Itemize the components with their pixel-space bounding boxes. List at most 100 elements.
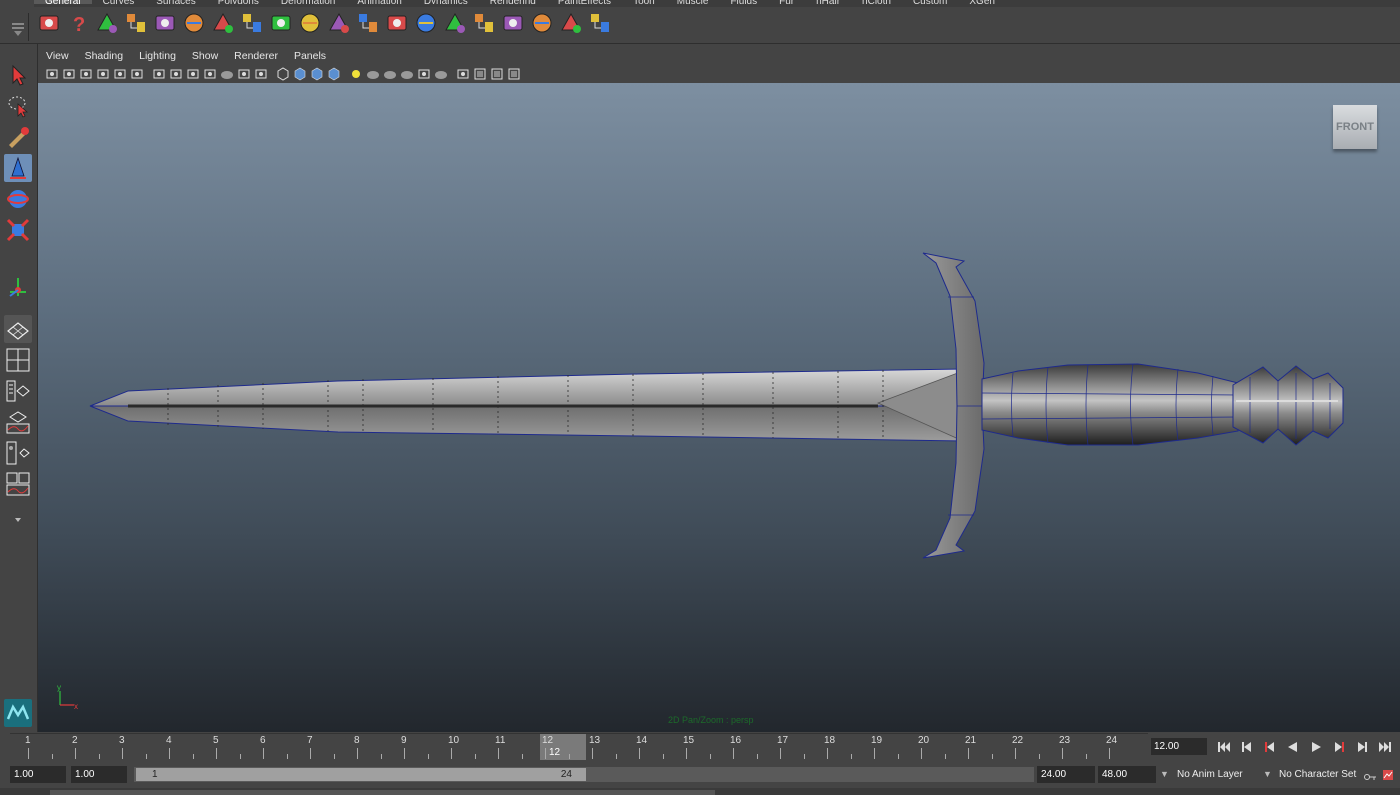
persp-graph-hypershade-layout-icon[interactable] (4, 470, 32, 498)
persp-graph-layout-icon[interactable] (4, 408, 32, 436)
shelf-tab-polygons[interactable]: Polygons (207, 0, 270, 4)
step-back-key-icon[interactable] (1260, 739, 1280, 755)
field-chart-icon[interactable] (219, 66, 235, 82)
persp-outliner-layout-icon[interactable] (4, 377, 32, 405)
lasso-tool-icon[interactable] (4, 92, 32, 120)
bookmarks-icon[interactable] (78, 66, 94, 82)
scale-tool-icon[interactable] (4, 216, 32, 244)
four-view-layout-icon[interactable] (4, 346, 32, 374)
shelf-tab-curves[interactable]: Curves (92, 0, 146, 4)
playback-start-field[interactable]: 1.00 (71, 766, 127, 783)
step-forward-key-icon[interactable] (1329, 739, 1349, 755)
lattice-icon[interactable] (558, 10, 584, 36)
layout-menu-toggle-icon[interactable] (4, 506, 32, 526)
sword-blade[interactable] (89, 368, 964, 442)
rotate-icon[interactable] (239, 10, 265, 36)
shelf-tab-general[interactable]: General (34, 0, 92, 4)
gate-mask-icon[interactable] (202, 66, 218, 82)
animation-preferences-icon[interactable] (1382, 768, 1394, 780)
step-forward-frame-icon[interactable] (1352, 739, 1372, 755)
xray-joints-icon[interactable] (489, 66, 505, 82)
play-forwards-icon[interactable] (1306, 739, 1326, 755)
connection-editor-icon[interactable] (384, 10, 410, 36)
end-time-field[interactable]: 48.00 (1098, 766, 1156, 783)
time-slider-track[interactable]: 12 1 2 3 4 5 6 7 8 9 10 11 12 13 14 15 16 17 18 19 20 21 22 23 2… (10, 733, 1148, 761)
key-icon[interactable] (1364, 769, 1376, 780)
character-set-dropdown[interactable]: No Character Set (1279, 766, 1356, 783)
render-icon[interactable] (94, 10, 120, 36)
view-cube[interactable]: FRONT (1333, 105, 1377, 149)
go-to-start-icon[interactable] (1214, 739, 1234, 755)
manipulator-icon[interactable] (587, 10, 613, 36)
play-backwards-icon[interactable] (1283, 739, 1303, 755)
panel-menu-lighting[interactable]: Lighting (131, 48, 184, 65)
render-view-icon[interactable] (36, 10, 62, 36)
xray-icon[interactable] (472, 66, 488, 82)
smooth-shade-icon[interactable] (292, 66, 308, 82)
outliner-icon[interactable] (355, 10, 381, 36)
hypershade-icon[interactable] (181, 10, 207, 36)
panel-menu-panels[interactable]: Panels (286, 48, 334, 65)
character-set-dropdown-icon[interactable]: ▼ (1263, 766, 1272, 783)
sphere-light-icon[interactable] (268, 10, 294, 36)
hypershade-layout-icon[interactable] (4, 439, 32, 467)
shelf-tab-surfaces[interactable]: Surfaces (145, 0, 206, 4)
shelf-tab-muscle[interactable]: Muscle (666, 0, 720, 4)
shelf-tab-dynamics[interactable]: Dynamics (413, 0, 479, 4)
go-to-end-icon[interactable] (1375, 739, 1395, 755)
shadows-icon[interactable] (365, 66, 381, 82)
playback-end-field[interactable]: 24.00 (1037, 766, 1095, 783)
texture-cube-icon[interactable] (500, 10, 526, 36)
two-d-pan-icon[interactable] (112, 66, 128, 82)
shelf-tab-fluids[interactable]: Fluids (719, 0, 768, 4)
camera-attributes-icon[interactable] (61, 66, 77, 82)
shelf-tab-painteffects[interactable]: PaintEffects (547, 0, 622, 4)
help-icon[interactable]: ? (65, 10, 91, 36)
panel-menu-show[interactable]: Show (184, 48, 226, 65)
paint-brush-icon[interactable] (529, 10, 555, 36)
textured-icon[interactable] (326, 66, 342, 82)
shelf-tab-toon[interactable]: Toon (622, 0, 666, 4)
grease-pencil-icon[interactable] (129, 66, 145, 82)
shelf-tab-ncloth[interactable]: nCloth (851, 0, 902, 4)
xray-active-icon[interactable] (506, 66, 522, 82)
shelf-tab-rendering[interactable]: Rendering (479, 0, 547, 4)
anim-layer-dropdown-icon[interactable]: ▼ (1160, 766, 1169, 783)
shelf-tab-custom[interactable]: Custom (902, 0, 958, 4)
shelf-menu-handle[interactable] (6, 13, 29, 41)
anim-layer-dropdown[interactable]: No Anim Layer (1177, 766, 1243, 783)
range-bar[interactable]: 1 24 (134, 767, 1034, 782)
time-slider[interactable]: 12 1 2 3 4 5 6 7 8 9 10 11 12 13 14 15 16 17 18 19 20 21 22 23 2… (0, 733, 1400, 761)
ipr-render-icon[interactable] (123, 10, 149, 36)
motion-blur-icon[interactable] (399, 66, 415, 82)
depth-of-field-icon[interactable] (433, 66, 449, 82)
step-back-frame-icon[interactable] (1237, 739, 1257, 755)
hypergraph-icon[interactable] (326, 10, 352, 36)
shelf-tab-nhair[interactable]: nHair (805, 0, 851, 4)
grid-icon[interactable] (151, 66, 167, 82)
start-time-field[interactable]: 1.00 (10, 766, 66, 783)
shelf-tab-xgen[interactable]: XGen (958, 0, 1006, 4)
cube-shader-icon[interactable] (471, 10, 497, 36)
move-tool-icon[interactable] (4, 154, 32, 182)
rotate-tool-icon[interactable] (4, 185, 32, 213)
wireframe-on-shaded-icon[interactable] (309, 66, 325, 82)
attribute-editor-icon[interactable] (413, 10, 439, 36)
panel-menu-view[interactable]: View (38, 48, 77, 65)
sword-model[interactable] (38, 83, 1400, 732)
graph-editor-icon[interactable] (297, 10, 323, 36)
shelf-tab-fur[interactable]: Fur (768, 0, 805, 4)
single-perspective-layout-icon[interactable] (4, 315, 32, 343)
wireframe-icon[interactable] (275, 66, 291, 82)
select-tool-icon[interactable] (4, 61, 32, 89)
sword-grip[interactable] (981, 363, 1239, 446)
image-plane-icon[interactable] (95, 66, 111, 82)
paint-icon[interactable] (210, 10, 236, 36)
shelf-tab-deformation[interactable]: Deformation (270, 0, 346, 4)
viewport[interactable]: FRONT y x 2D Pan/Zoom : persp (38, 83, 1400, 732)
screen-space-ao-icon[interactable] (382, 66, 398, 82)
film-gate-icon[interactable] (168, 66, 184, 82)
light-icon[interactable] (442, 10, 468, 36)
range-handle[interactable]: 1 24 (136, 768, 586, 781)
resolution-gate-icon[interactable] (185, 66, 201, 82)
